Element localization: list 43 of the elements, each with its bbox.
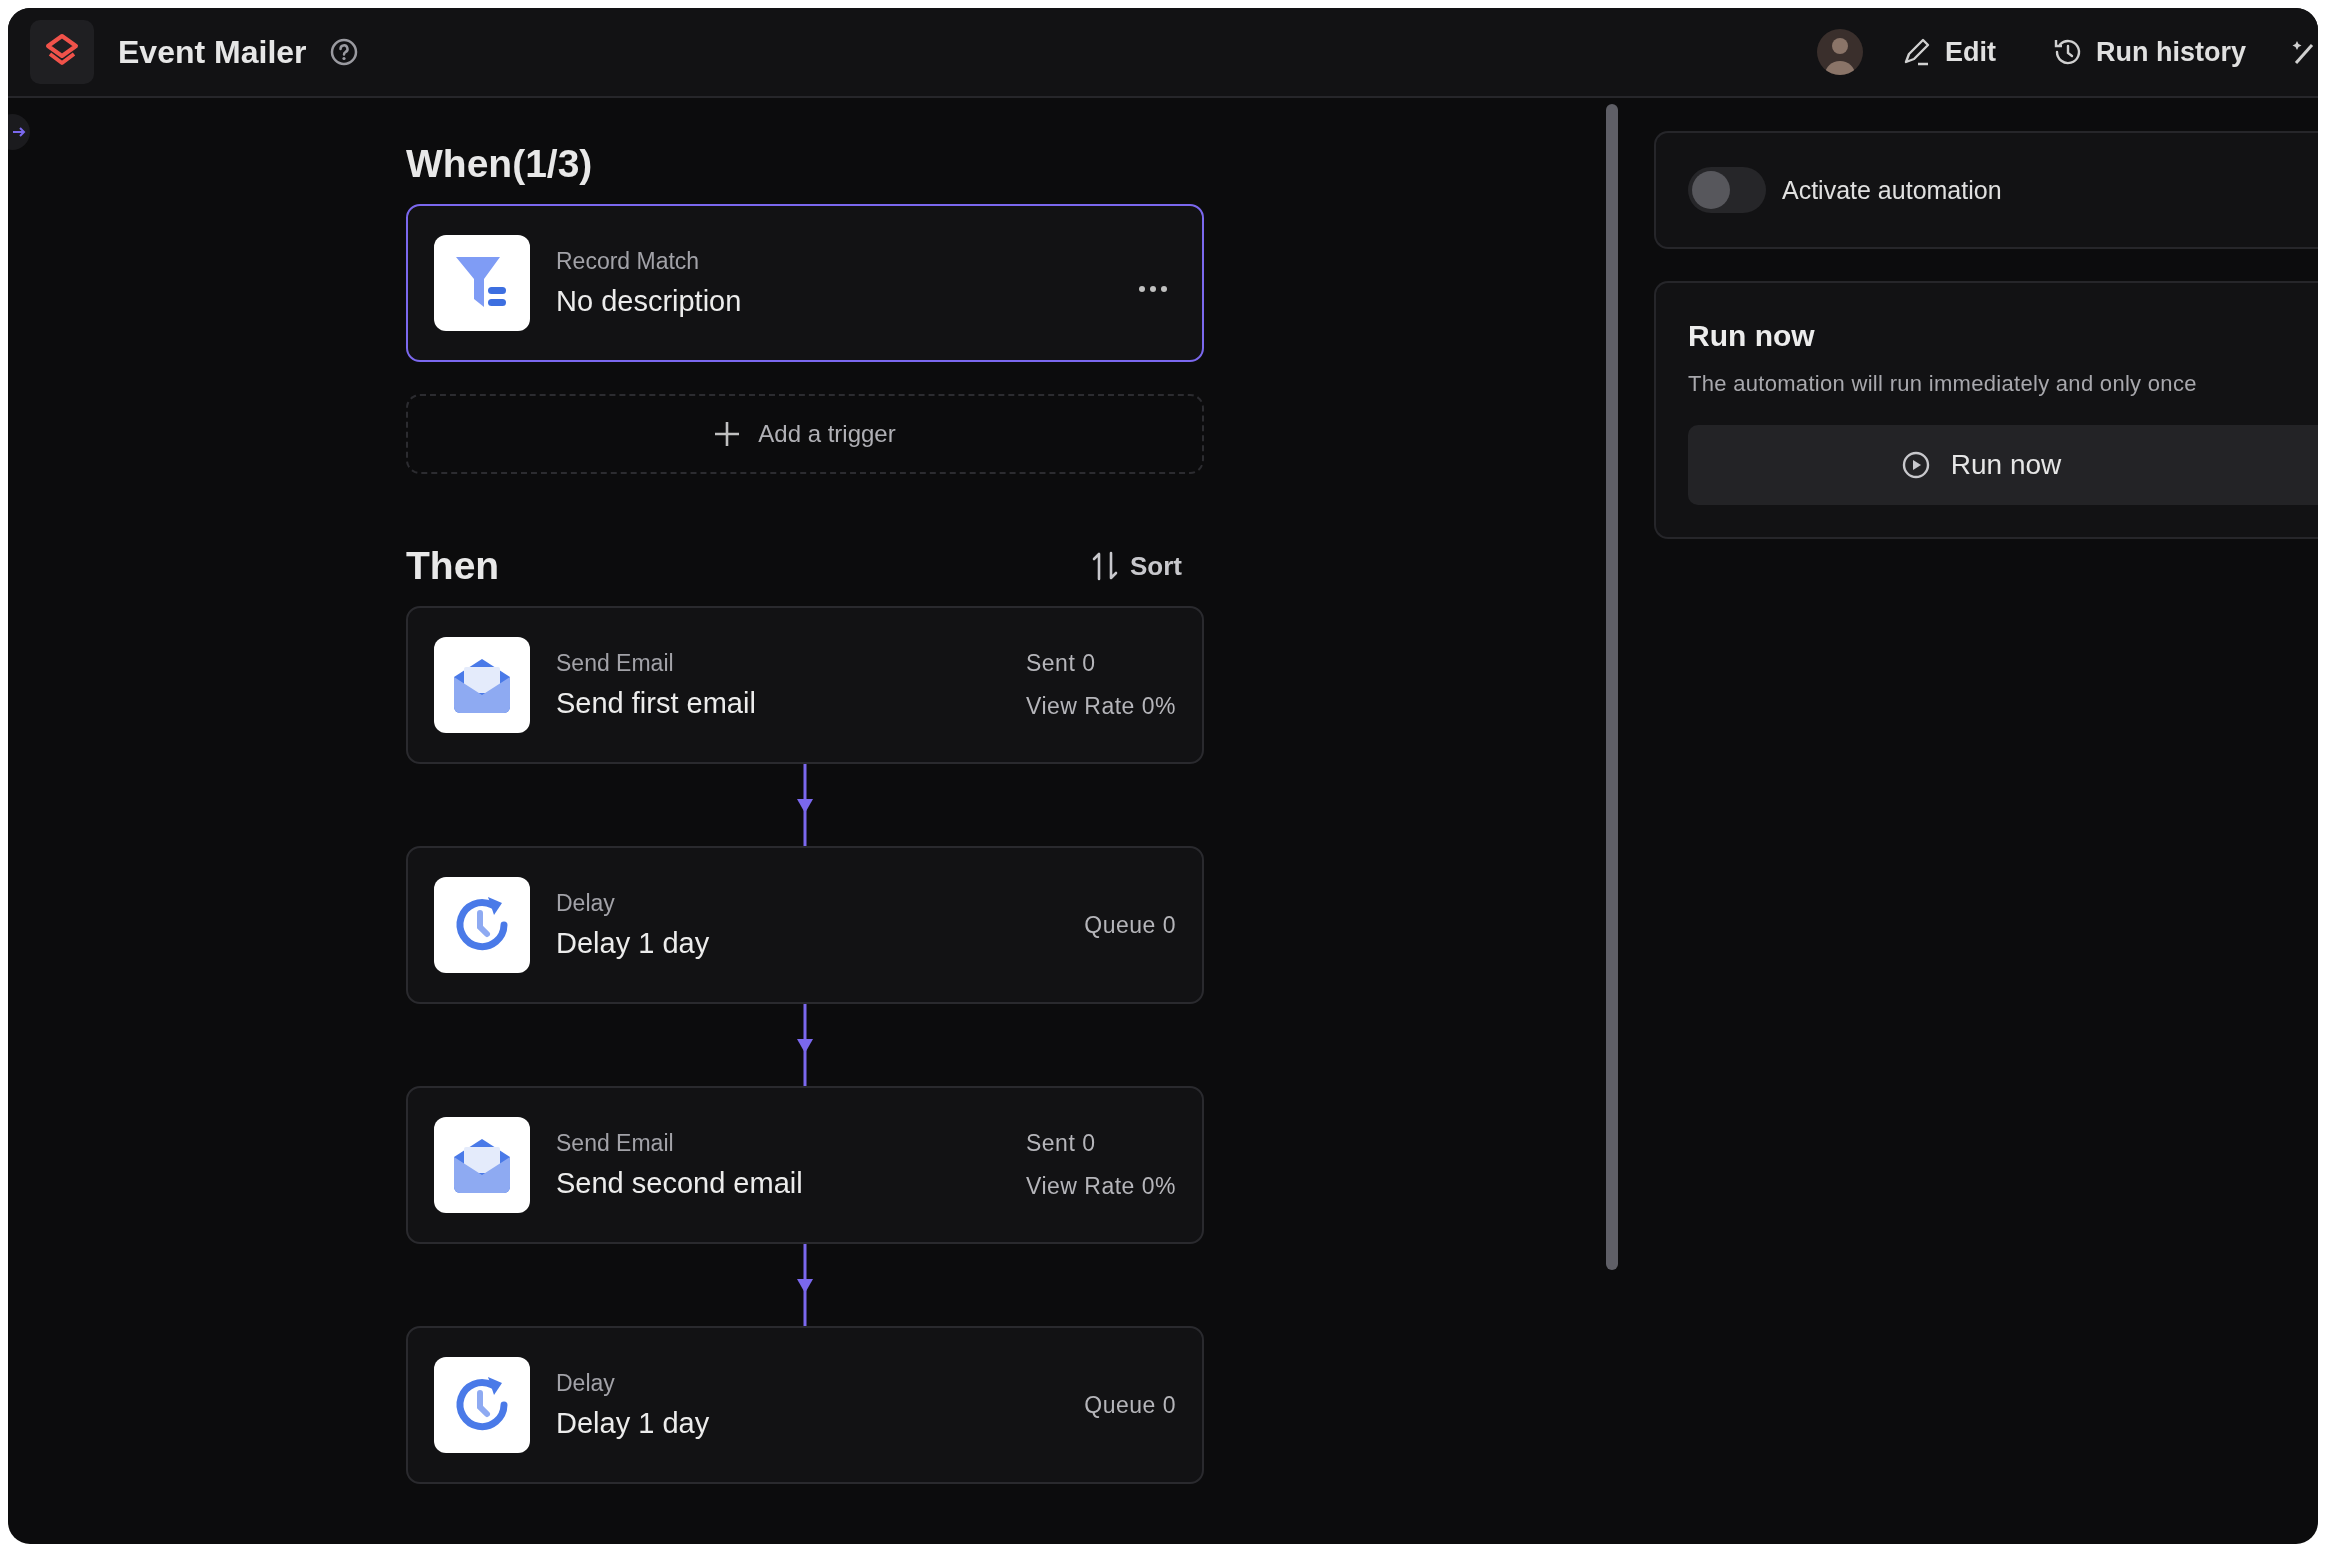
card-title: Run now <box>1688 319 1816 353</box>
card-description: The automation will run immediately and only once <box>1688 371 2198 397</box>
toggle-switch[interactable] <box>1688 167 1766 213</box>
edit-button[interactable]: Edit <box>1891 28 2006 76</box>
run-now-button[interactable]: Run now <box>1688 425 2318 505</box>
step-card[interactable]: Send Email Send second email Sent 0 View Rate 0% <box>406 1086 1204 1244</box>
step-type: Send Email <box>556 1130 675 1157</box>
play-icon <box>1900 450 1931 480</box>
step-stat: Sent 0 <box>1025 1130 1096 1157</box>
app-title: Event Mailer <box>118 33 307 71</box>
step-name: Delay 1 day <box>556 1407 711 1440</box>
step-type: Send Email <box>556 650 675 677</box>
help-icon <box>328 37 359 67</box>
step-stat: Sent 0 <box>1025 650 1096 677</box>
step-stat: Queue 0 <box>1084 1391 1176 1419</box>
step-type: Delay <box>556 890 616 917</box>
step-type: Record Match <box>556 248 701 275</box>
step-card[interactable]: Send Email Send first email Sent 0 View Rate 0% <box>406 606 1204 764</box>
step-stat: Queue 0 <box>1084 911 1176 939</box>
history-icon <box>2052 37 2082 67</box>
section-heading: Then <box>406 544 500 588</box>
plus-icon <box>714 421 741 447</box>
step-name: Send first email <box>556 687 757 720</box>
step-name: No description <box>556 285 743 318</box>
logo[interactable] <box>30 20 94 84</box>
step-card[interactable]: Delay Delay 1 day Queue 0 <box>406 846 1204 1004</box>
section-heading: When(1/3) <box>406 142 594 186</box>
step-name: Delay 1 day <box>556 927 711 960</box>
step-stat: View Rate 0% <box>1025 693 1176 720</box>
add-trigger-button[interactable]: Add a trigger <box>406 394 1204 474</box>
toggle-label: Activate automation <box>1782 175 2002 205</box>
step-type: Delay <box>556 1370 616 1397</box>
step-card[interactable]: Delay Delay 1 day Queue 0 <box>406 1326 1204 1484</box>
step-stat: View Rate 0% <box>1025 1173 1176 1200</box>
avatar[interactable] <box>1817 29 1863 75</box>
trigger-card[interactable]: Record Match No description <box>406 204 1204 362</box>
scrollbar[interactable] <box>1606 104 1618 1270</box>
sort-button[interactable]: Sort <box>1086 549 1188 583</box>
run-history-button[interactable]: Run history <box>2042 28 2256 76</box>
sort-icon <box>1092 551 1118 581</box>
arrow-right-icon <box>12 125 26 139</box>
step-name: Send second email <box>556 1167 804 1200</box>
more-icon <box>1138 285 1168 293</box>
